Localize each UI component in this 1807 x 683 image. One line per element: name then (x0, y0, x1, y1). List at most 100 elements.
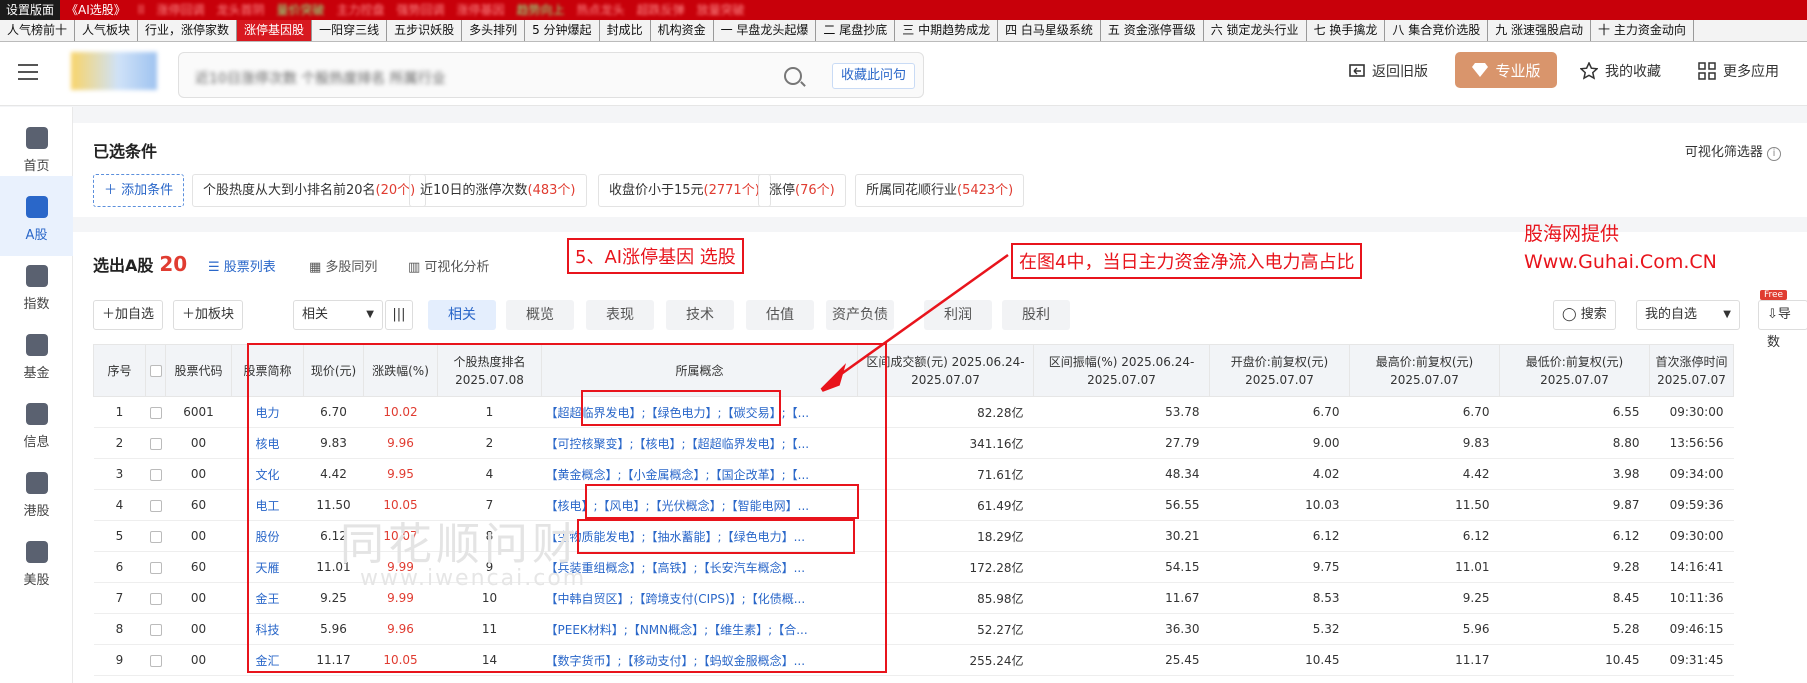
strategy-tab[interactable]: 五 资金涨停晋级 (1101, 20, 1204, 41)
strategy-tab[interactable]: 5 分钟爆起 (525, 20, 600, 41)
row-checkbox[interactable] (145, 427, 166, 459)
filter-tab[interactable]: 技术 (666, 300, 734, 330)
back-old-version-button[interactable]: 返回旧版 (1349, 61, 1428, 81)
row-checkbox[interactable] (145, 644, 166, 676)
strategy-tab[interactable]: 三 中期趋势成龙 (895, 20, 999, 41)
top-nav-item[interactable]: 龙头首阴 (210, 0, 270, 20)
add-condition-button[interactable]: ＋ 添加条件 (93, 174, 185, 207)
top-nav-item[interactable]: 放量突破 (691, 0, 751, 20)
sidebar-item[interactable]: A股 (0, 176, 73, 256)
row-checkbox[interactable] (145, 489, 166, 521)
add-watch-button[interactable]: ＋加自选 (93, 300, 164, 330)
tab-multi-stock[interactable]: ▦ 多股同列 (309, 256, 377, 275)
strategy-tab[interactable]: 九 涨速强股启动 (1488, 20, 1592, 41)
row-checkbox-box[interactable] (149, 654, 162, 667)
condition-chip[interactable]: 个股热度从大到小排名前20名(20个) (192, 174, 427, 207)
add-block-button[interactable]: ＋加板块 (173, 300, 244, 330)
sidebar-item[interactable]: 指数 (0, 245, 73, 325)
row-checkbox[interactable] (145, 458, 166, 490)
sidebar-item[interactable]: 美股 (0, 521, 73, 601)
menu-icon[interactable] (18, 64, 38, 80)
row-checkbox[interactable] (145, 396, 166, 428)
filter-tab[interactable]: 估值 (746, 300, 814, 330)
filter-tab[interactable]: 概览 (506, 300, 574, 330)
row-checkbox-box[interactable] (149, 468, 162, 481)
top-nav-item[interactable]: 趋势向上 (511, 0, 571, 20)
sidebar-item[interactable]: 港股 (0, 452, 73, 532)
row-checkbox-box[interactable] (149, 530, 162, 543)
tab-stock-list[interactable]: ☰ 股票列表 (208, 256, 276, 275)
row-checkbox-box[interactable] (149, 623, 162, 636)
column-header[interactable]: 最高价:前复权(元) 2025.07.07 (1349, 344, 1500, 397)
search-input[interactable]: 近10日涨停次数 个股热度排名 所属行业 (195, 68, 446, 88)
row-checkbox[interactable] (145, 520, 166, 552)
strategy-tab[interactable]: 八 集合竞价选股 (1385, 20, 1489, 41)
strategy-tab[interactable]: 十 主力资金动向 (1591, 20, 1694, 41)
collect-question-button[interactable]: 收藏此问句 (832, 63, 916, 89)
export-button[interactable]: ⇩导数 (1758, 300, 1807, 350)
my-watch-select[interactable]: 我的自选 ▼ (1636, 300, 1740, 330)
more-apps-button[interactable]: 更多应用 (1698, 61, 1779, 81)
strategy-tab[interactable]: 一 早盘龙头起爆 (714, 20, 817, 41)
search-button[interactable]: ◯ 搜索 (1553, 300, 1616, 330)
sidebar-item[interactable]: 基金 (0, 314, 73, 394)
column-header[interactable]: 序号 (93, 344, 146, 397)
pro-version-button[interactable]: 专业版 (1455, 52, 1557, 88)
strategy-tab[interactable]: 行业，涨停家数 (138, 20, 238, 41)
strategy-tab[interactable]: 涨停基因股 (237, 20, 313, 41)
row-checkbox-box[interactable] (149, 499, 162, 512)
search-icon[interactable] (784, 67, 802, 85)
strategy-tab[interactable]: 二 尾盘抄底 (816, 20, 896, 41)
sidebar-item[interactable]: 信息 (0, 383, 73, 463)
column-toggle-button[interactable]: ||| (385, 300, 413, 330)
row-checkbox-box[interactable] (149, 561, 162, 574)
column-header[interactable] (145, 344, 166, 397)
top-nav-item[interactable]: 超跌反弹 (631, 0, 691, 20)
strategy-tab[interactable]: 封成比 (600, 20, 651, 41)
top-nav-item[interactable]: 热点龙头 (571, 0, 631, 20)
tab-visual-analysis[interactable]: ▥ 可视化分析 (408, 256, 489, 275)
column-header[interactable]: 区间振幅(%) 2025.06.24-2025.07.07 (1033, 344, 1210, 397)
top-nav-item[interactable]: 强势回调 (391, 0, 451, 20)
strategy-tab[interactable]: 六 锁定龙头行业 (1204, 20, 1307, 41)
sidebar-item[interactable]: 首页 (0, 107, 73, 187)
column-header[interactable]: 开盘价:前复权(元) 2025.07.07 (1209, 344, 1350, 397)
filter-tab[interactable]: 相关 (428, 300, 496, 330)
strategy-tab[interactable]: 机构资金 (651, 20, 714, 41)
top-nav-item[interactable]: 《AI选股》 (60, 0, 132, 20)
strategy-tab[interactable]: 五步识妖股 (387, 20, 463, 41)
strategy-tab[interactable]: 人气板块 (75, 20, 139, 41)
strategy-tab[interactable]: 四 白马星级系统 (998, 20, 1101, 41)
row-checkbox-box[interactable] (149, 406, 162, 419)
top-nav-item[interactable]: ll (132, 0, 151, 20)
condition-chip[interactable]: 近10日的涨停次数(483个) (409, 174, 587, 207)
strategy-tab[interactable]: 人气榜前十 (0, 20, 76, 41)
strategy-tab[interactable]: 一阳穿三线 (312, 20, 388, 41)
filter-tab[interactable]: 表现 (586, 300, 654, 330)
top-nav-item[interactable]: 量价突破 (270, 0, 330, 20)
filter-tab[interactable]: 股利 (1002, 300, 1070, 330)
sort-select[interactable]: 相关 ▼ (293, 300, 383, 330)
visual-filter-link[interactable]: 可视化筛选器 i (1685, 141, 1781, 161)
top-nav-item[interactable]: 涨停基因 (451, 0, 511, 20)
select-all-checkbox[interactable] (149, 365, 162, 377)
top-nav-item[interactable]: 涨停回调 (150, 0, 210, 20)
row-checkbox-box[interactable] (149, 437, 162, 450)
top-nav-item[interactable]: 设置版面 (0, 0, 61, 20)
search-box[interactable]: 近10日涨停次数 个股热度排名 所属行业 收藏此问句 (178, 52, 924, 98)
top-nav-item[interactable]: 主力控盘 (330, 0, 390, 20)
condition-chip[interactable]: 涨停(76个) (758, 174, 846, 207)
row-checkbox[interactable] (145, 582, 166, 614)
strategy-tab[interactable]: 多头排列 (462, 20, 526, 41)
strategy-tab[interactable]: 七 换手擒龙 (1307, 20, 1386, 41)
my-favorites-button[interactable]: 我的收藏 (1580, 61, 1661, 81)
column-header[interactable]: 首次涨停时间 2025.07.07 (1649, 344, 1734, 397)
add-block-label: 加板块 (195, 307, 235, 322)
row-checkbox-box[interactable] (149, 592, 162, 605)
column-header[interactable]: 最低价:前复权(元) 2025.07.07 (1499, 344, 1650, 397)
condition-chip[interactable]: 所属同花顺行业(5423个) (855, 174, 1025, 207)
column-header[interactable]: 股票代码 (165, 344, 232, 397)
condition-chip[interactable]: 收盘价小于15元(2771个) (598, 174, 771, 207)
row-checkbox[interactable] (145, 613, 166, 645)
row-checkbox[interactable] (145, 551, 166, 583)
